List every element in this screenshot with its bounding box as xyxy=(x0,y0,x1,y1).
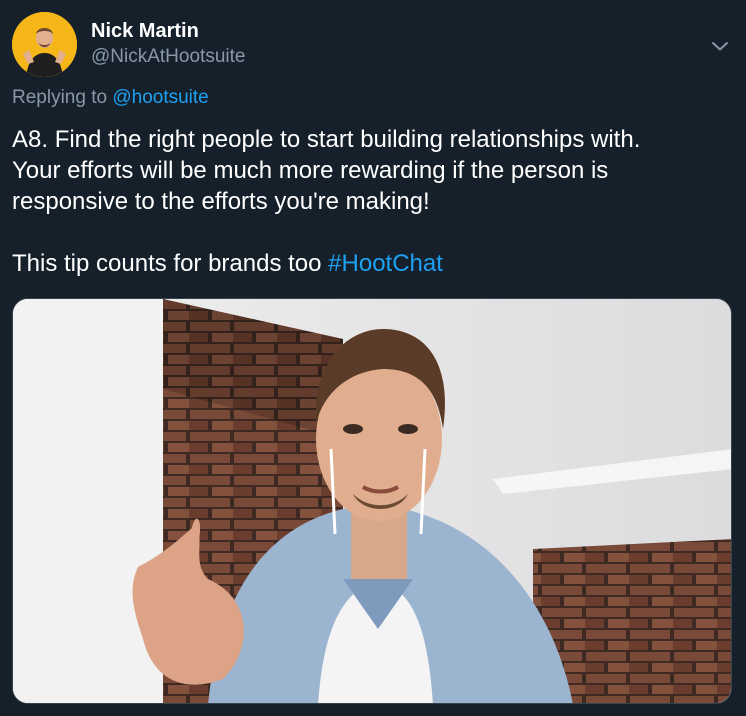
profile-photo-icon xyxy=(12,12,77,77)
video-thumbnail-icon xyxy=(13,299,731,703)
tweet-line: Your efforts will be much more rewarding… xyxy=(12,157,609,184)
user-handle[interactable]: @NickAtHootsuite xyxy=(91,45,245,69)
tweet-line: responsive to the efforts you're making! xyxy=(12,188,430,215)
replying-to: Replying to @hootsuite xyxy=(12,86,209,110)
avatar[interactable] xyxy=(12,12,77,77)
tweet-media[interactable] xyxy=(12,298,732,704)
tweet-tip-line: This tip counts for brands too #HootChat xyxy=(12,248,732,279)
hashtag-link[interactable]: #HootChat xyxy=(328,250,443,277)
display-name[interactable]: Nick Martin xyxy=(91,18,199,44)
tweet-text: A8. Find the right people to start build… xyxy=(12,124,732,279)
replying-to-label: Replying to xyxy=(12,87,113,108)
mention-link[interactable]: @hootsuite xyxy=(112,87,208,108)
chevron-down-icon[interactable] xyxy=(708,34,732,58)
tweet-tip-text: This tip counts for brands too xyxy=(12,250,329,277)
tweet-line: A8. Find the right people to start build… xyxy=(12,126,641,153)
tweet: Nick Martin @NickAtHootsuite Replying to… xyxy=(0,0,746,716)
